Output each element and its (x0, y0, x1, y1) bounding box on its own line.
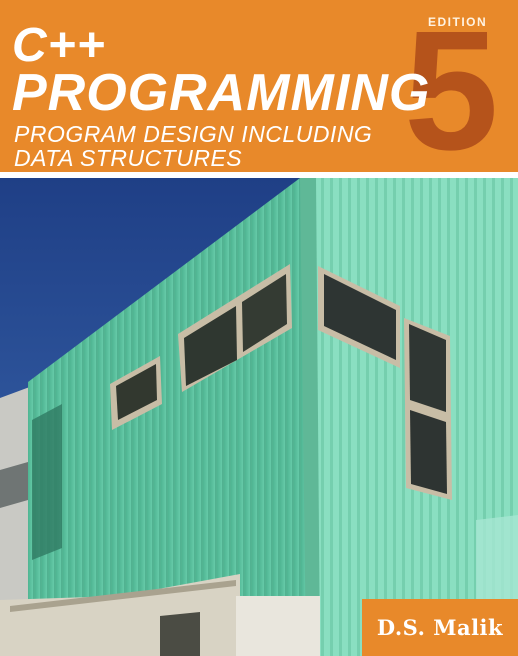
doorway (160, 612, 200, 656)
title-banner: 5 EDITION C++ PROGRAMMING PROGRAM DESIGN… (0, 0, 518, 172)
neighbor-window (0, 462, 28, 508)
title-cpp: C++ (12, 19, 106, 72)
subtitle-line-2: DATA STRUCTURES (14, 145, 243, 171)
building-photo (0, 178, 518, 656)
window-right-tall (404, 318, 452, 500)
subtitle-line-1: PROGRAM DESIGN INCLUDING (14, 121, 373, 147)
edition-label: EDITION (428, 15, 488, 29)
entry-panel (476, 515, 518, 600)
book-cover: 5 EDITION C++ PROGRAMMING PROGRAM DESIGN… (0, 0, 518, 656)
subtitle: PROGRAM DESIGN INCLUDING DATA STRUCTURES (14, 122, 372, 170)
author-box: D.S. Malik (362, 599, 518, 656)
author-name: D.S. Malik (376, 615, 504, 640)
ground-slab (236, 596, 320, 656)
title-programming: PROGRAMMING (12, 64, 431, 122)
shadow-panel (32, 404, 62, 560)
building-illustration (0, 178, 518, 656)
